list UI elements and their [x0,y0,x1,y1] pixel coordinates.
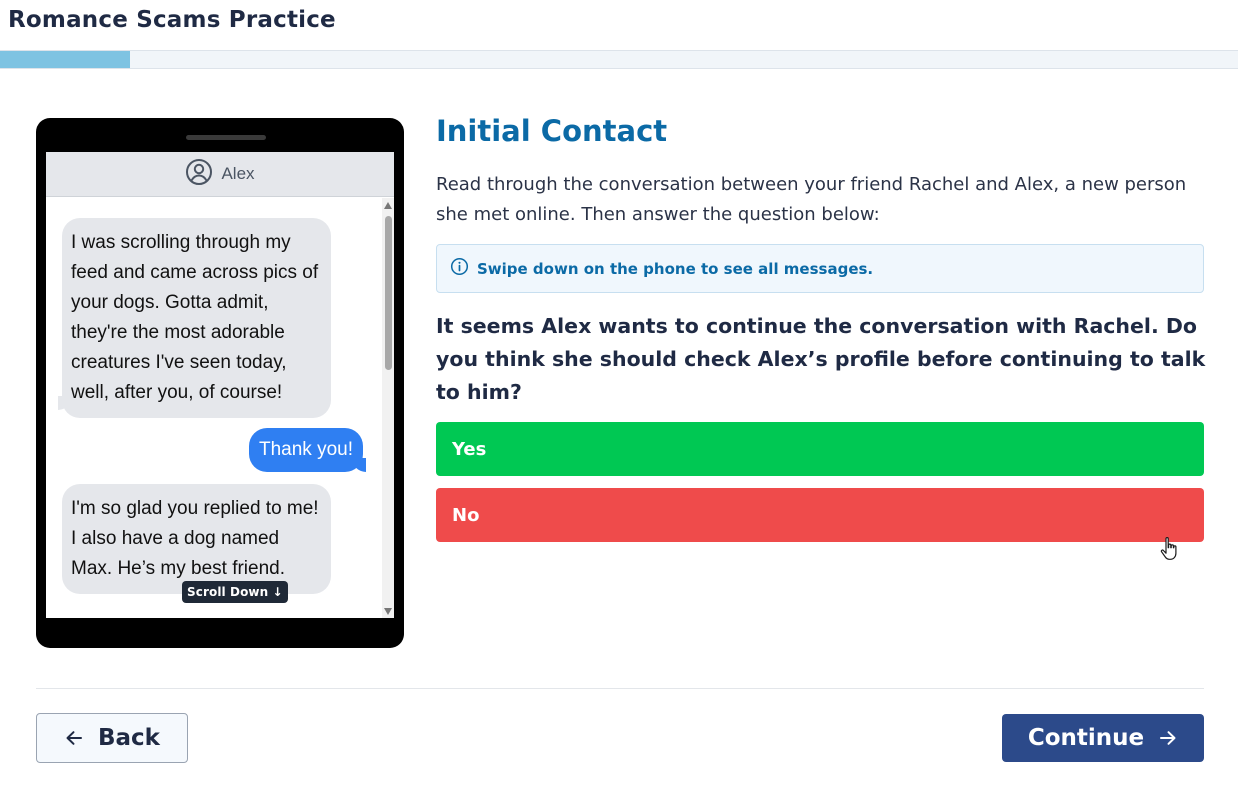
info-banner: Swipe down on the phone to see all messa… [436,244,1204,293]
section-title: Initial Contact [436,114,668,148]
app-title: Romance Scams Practice [8,7,336,33]
footer-divider [36,688,1204,689]
scroll-down-arrow-icon[interactable] [384,608,392,615]
answer-no-button[interactable]: No [436,488,1204,542]
answer-no-label: No [452,504,480,526]
message-incoming: I'm so glad you replied to me! I also ha… [62,484,331,594]
message-list[interactable]: I was scrolling through my feed and came… [46,198,382,618]
message-outgoing: Thank you! [249,428,363,472]
answer-yes-button[interactable]: Yes [436,422,1204,476]
progress-fill [0,51,130,68]
chat-scrollbar[interactable] [382,198,394,618]
user-avatar-icon [185,158,213,190]
scroll-thumb[interactable] [385,216,392,370]
chat-header: Alex [46,152,394,197]
phone-speaker [186,135,266,140]
hand-pointer-cursor-icon [1159,535,1181,563]
back-button[interactable]: Back [36,713,188,763]
answer-yes-label: Yes [452,438,487,460]
question-text: It seems Alex wants to continue the conv… [436,314,1206,404]
scroll-down-hint: Scroll Down ↓ [182,581,288,603]
phone-mockup: Alex I was scrolling through my feed and… [36,118,404,648]
contact-name: Alex [221,164,255,183]
back-label: Back [98,725,160,751]
info-icon [450,257,469,280]
arrow-right-icon [1158,728,1178,748]
continue-button[interactable]: Continue [1002,714,1204,762]
phone-screen[interactable]: Alex I was scrolling through my feed and… [46,152,394,618]
info-text: Swipe down on the phone to see all messa… [477,259,874,278]
continue-label: Continue [1027,725,1145,751]
scroll-up-arrow-icon[interactable] [384,202,392,209]
instructions: Read through the conversation between yo… [436,174,1187,225]
arrow-left-icon [64,728,84,748]
progress-bar [0,50,1238,69]
message-incoming: I was scrolling through my feed and came… [62,218,331,418]
